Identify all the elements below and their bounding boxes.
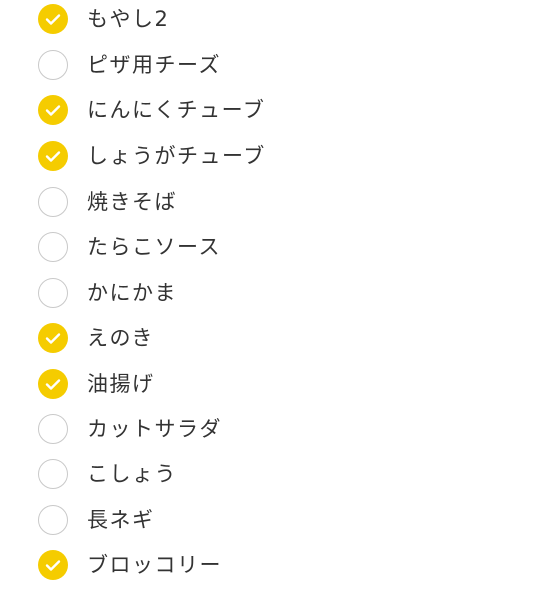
item-label: もやし2: [87, 7, 170, 31]
checkmark-icon: [45, 378, 61, 390]
item-label: 油揚げ: [87, 372, 155, 396]
list-item[interactable]: 油揚げ: [0, 362, 555, 406]
item-label: カットサラダ: [87, 417, 222, 441]
list-item[interactable]: えのき: [0, 316, 555, 360]
list-item[interactable]: かにかま: [0, 271, 555, 315]
checkbox-unchecked[interactable]: [38, 414, 68, 444]
checkmark-icon: [45, 150, 61, 162]
list-item[interactable]: ピザ用チーズ: [0, 43, 555, 87]
item-label: 長ネギ: [87, 508, 155, 532]
list-item[interactable]: もやし2: [0, 0, 555, 41]
checkbox-checked[interactable]: [38, 323, 68, 353]
checkmark-icon: [45, 332, 61, 344]
item-label: ブロッコリー: [87, 553, 222, 577]
item-label: にんにくチューブ: [87, 98, 266, 122]
checkbox-unchecked[interactable]: [38, 232, 68, 262]
item-label: 焼きそば: [87, 190, 177, 214]
list-item[interactable]: 長ネギ: [0, 498, 555, 542]
item-label: たらこソース: [87, 235, 221, 259]
checkbox-unchecked[interactable]: [38, 459, 68, 489]
list-item[interactable]: こしょう: [0, 452, 555, 496]
list-item[interactable]: ブロッコリー: [0, 543, 555, 587]
list-item[interactable]: たらこソース: [0, 225, 555, 269]
checkbox-unchecked[interactable]: [38, 50, 68, 80]
checkbox-checked[interactable]: [38, 369, 68, 399]
item-label: しょうがチューブ: [87, 144, 266, 168]
item-label: ピザ用チーズ: [87, 53, 221, 77]
checkbox-unchecked[interactable]: [38, 505, 68, 535]
list-item[interactable]: カットサラダ: [0, 407, 555, 451]
checkbox-unchecked[interactable]: [38, 278, 68, 308]
item-label: えのき: [87, 326, 154, 350]
checkbox-unchecked[interactable]: [38, 187, 68, 217]
checkbox-checked[interactable]: [38, 141, 68, 171]
item-label: こしょう: [87, 462, 177, 486]
checkmark-icon: [45, 13, 61, 25]
checkbox-checked[interactable]: [38, 550, 68, 580]
item-label: かにかま: [87, 281, 177, 305]
checkbox-checked[interactable]: [38, 95, 68, 125]
checkbox-checked[interactable]: [38, 4, 68, 34]
list-item[interactable]: しょうがチューブ: [0, 134, 555, 178]
checkmark-icon: [45, 559, 61, 571]
list-item[interactable]: 焼きそば: [0, 180, 555, 224]
checkmark-icon: [45, 104, 61, 116]
list-item[interactable]: にんにくチューブ: [0, 88, 555, 132]
